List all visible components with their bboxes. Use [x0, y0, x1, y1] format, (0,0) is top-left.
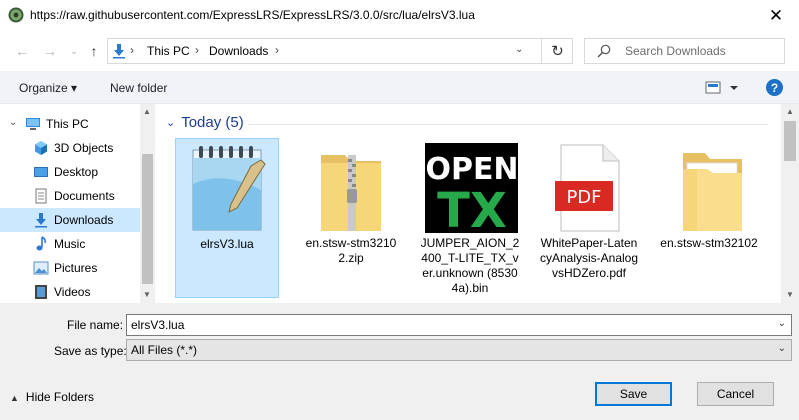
file-item-bin[interactable]: OPEN TX JUMPER_AION_2400_T-LITE_TX_ver.u… — [418, 138, 522, 298]
sidebar-item-label: Pictures — [54, 261, 98, 275]
scrollbar-thumb[interactable] — [142, 154, 153, 284]
save-button[interactable]: Save — [595, 382, 672, 406]
title-bar: https://raw.githubusercontent.com/Expres… — [0, 0, 799, 31]
pdf-icon: PDF — [555, 144, 620, 232]
sidebar-item-this-pc[interactable]: ⌄ This PC — [0, 112, 140, 136]
document-icon — [35, 188, 47, 204]
sidebar-item-label: Music — [54, 237, 86, 251]
save-as-type-label: Save as type: — [54, 344, 127, 358]
breadcrumb-separator-icon: › — [130, 43, 134, 57]
sidebar-item-downloads[interactable]: Downloads — [0, 208, 140, 232]
recent-locations-chevron-icon[interactable]: ⌄ — [64, 41, 84, 61]
zip-folder-icon — [321, 155, 381, 231]
file-name-field[interactable]: elrsV3.lua ⌄ — [126, 314, 792, 336]
sidebar-item-music[interactable]: Music — [0, 232, 140, 256]
save-as-type-select[interactable]: All Files (*.*) ⌄ — [126, 339, 792, 361]
file-item-pdf[interactable]: PDF WhitePaper-LatencyAnalysis-AnalogvsH… — [537, 138, 641, 298]
download-icon — [35, 213, 47, 228]
hide-folders-button[interactable]: ▲ Hide Folders — [10, 390, 94, 404]
change-view-icon[interactable] — [704, 79, 744, 97]
cube-icon — [35, 141, 47, 155]
opentx-logo-icon: OPEN TX — [425, 143, 518, 233]
navigation-pane-scrollbar[interactable]: ▲ ▼ — [140, 104, 155, 303]
search-placeholder: Search Downloads — [625, 44, 726, 58]
notepad-icon — [192, 146, 266, 231]
sidebar-item-3d-objects[interactable]: 3D Objects — [0, 136, 140, 160]
picture-icon — [33, 261, 49, 275]
computer-icon — [26, 118, 40, 130]
up-arrow-icon[interactable]: ↑ — [84, 41, 104, 61]
scroll-up-arrow-icon[interactable]: ▲ — [786, 107, 794, 116]
video-icon — [35, 285, 47, 299]
file-list-scrollbar[interactable]: ▲ ▼ — [781, 104, 799, 303]
scroll-up-arrow-icon[interactable]: ▲ — [143, 107, 151, 116]
search-input[interactable]: Search Downloads — [584, 38, 785, 64]
save-as-type-value: All Files (*.*) — [131, 343, 198, 357]
address-dropdown-icon[interactable]: ⌄ — [515, 44, 523, 55]
collapse-chevron-icon: ⌄ — [166, 117, 176, 129]
folder-icon — [683, 153, 742, 231]
breadcrumb-separator-icon: › — [275, 43, 279, 57]
pdf-label-text: PDF — [566, 187, 601, 208]
app-icon — [8, 7, 24, 23]
navigation-pane: ⌄ This PC 3D Objects Desktop Documents D… — [0, 104, 155, 303]
sidebar-item-label: Documents — [54, 189, 115, 203]
search-icon — [597, 44, 611, 58]
file-name: JUMPER_AION_2400_T-LITE_TX_ver.unknown (… — [420, 236, 520, 295]
window-title: https://raw.githubusercontent.com/Expres… — [30, 8, 475, 22]
sidebar-item-label: Videos — [54, 285, 91, 299]
collapse-chevron-icon[interactable]: ⌄ — [9, 117, 17, 128]
group-header-today[interactable]: ⌄ Today (5) — [166, 114, 244, 131]
breadcrumb-separator-icon: › — [195, 43, 199, 57]
sidebar-item-label: Desktop — [54, 165, 99, 179]
back-arrow-icon[interactable]: ← — [12, 41, 32, 61]
save-as-type-dropdown-icon[interactable]: ⌄ — [778, 343, 786, 354]
file-list: ⌄ Today (5) elrsV3.lua en.stsw-stm32102.… — [158, 104, 781, 303]
sidebar-item-videos[interactable]: Videos — [0, 280, 140, 303]
navigation-row: ← → ⌄ ↑ › This PC › Downloads › ⌄ ↻ Sear… — [0, 31, 799, 71]
refresh-button[interactable]: ↻ — [541, 38, 573, 64]
desktop-icon — [34, 167, 48, 177]
sidebar-item-label: This PC — [46, 117, 89, 131]
close-button[interactable]: ✕ — [753, 0, 799, 31]
save-form: File name: elrsV3.lua ⌄ Save as type: Al… — [0, 303, 799, 420]
scrollbar-thumb[interactable] — [784, 121, 796, 161]
caret-up-icon: ▲ — [10, 393, 19, 403]
file-name: elrsV3.lua — [200, 237, 254, 251]
sidebar-item-label: Downloads — [54, 213, 114, 227]
file-name: en.stsw-stm32102 — [660, 236, 758, 250]
group-divider — [248, 124, 768, 125]
help-icon[interactable]: ? — [766, 79, 783, 96]
sidebar-item-pictures[interactable]: Pictures — [0, 256, 140, 280]
sidebar-item-documents[interactable]: Documents — [0, 184, 140, 208]
address-bar[interactable]: › This PC › Downloads › ⌄ — [107, 38, 573, 64]
opentx-logo-open-text: OPEN — [425, 152, 518, 187]
command-bar: Organize ▾ New folder ? — [0, 71, 799, 104]
new-folder-button[interactable]: New folder — [110, 81, 167, 95]
opentx-logo-tx-text: TX — [437, 183, 507, 233]
sidebar-item-label: 3D Objects — [54, 141, 114, 155]
download-location-icon — [113, 44, 125, 59]
file-item-folder[interactable]: en.stsw-stm32102 — [657, 138, 761, 298]
breadcrumb-downloads[interactable]: Downloads — [209, 44, 268, 58]
file-name-dropdown-icon[interactable]: ⌄ — [778, 318, 786, 329]
scroll-down-arrow-icon[interactable]: ▼ — [786, 290, 794, 299]
file-name-label: File name: — [67, 318, 124, 332]
file-item-elrsv3-lua[interactable]: elrsV3.lua — [175, 138, 279, 298]
file-name: WhitePaper-LatencyAnalysis-AnalogvsHDZer… — [539, 236, 639, 280]
organize-button[interactable]: Organize ▾ — [19, 81, 77, 95]
file-name: en.stsw-stm32102.zip — [305, 236, 397, 265]
music-icon — [36, 236, 46, 251]
cancel-button[interactable]: Cancel — [697, 382, 774, 406]
file-name-value: elrsV3.lua — [131, 318, 185, 332]
forward-arrow-icon[interactable]: → — [40, 41, 60, 61]
scroll-down-arrow-icon[interactable]: ▼ — [143, 290, 151, 299]
sidebar-item-desktop[interactable]: Desktop — [0, 160, 140, 184]
file-item-zip[interactable]: en.stsw-stm32102.zip — [299, 138, 403, 298]
breadcrumb-this-pc[interactable]: This PC — [147, 44, 190, 58]
